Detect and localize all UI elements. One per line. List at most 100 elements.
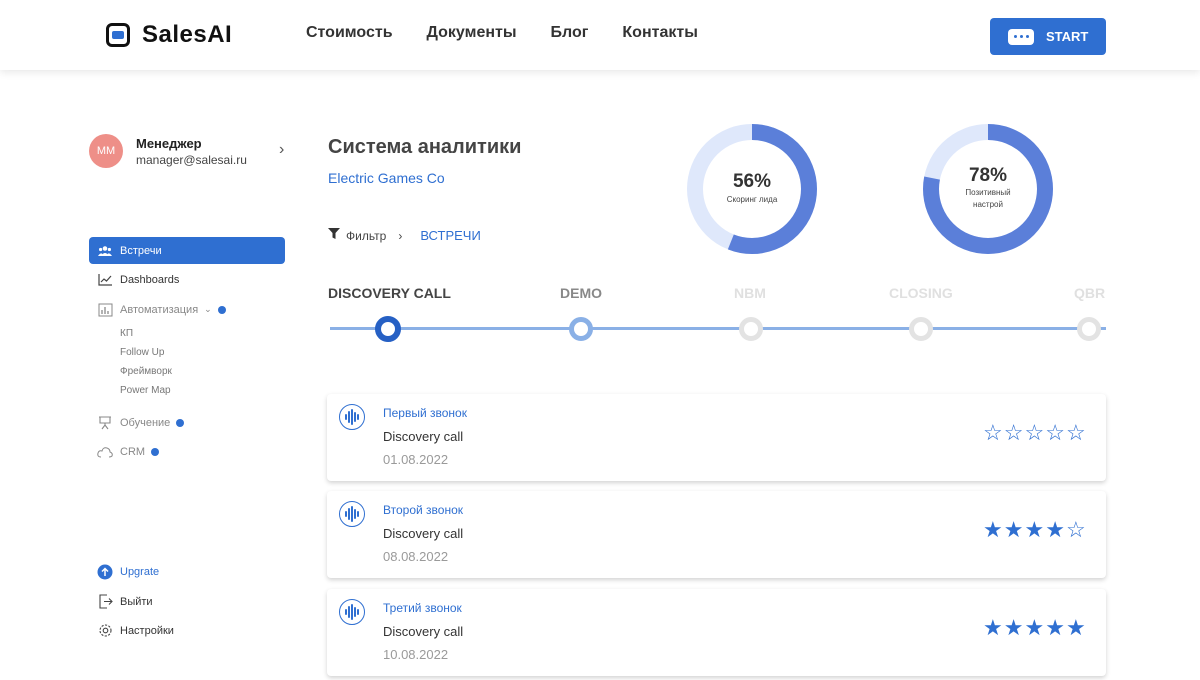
profile-email: manager@salesai.ru (136, 152, 247, 167)
gear-icon (97, 623, 113, 639)
lead-score-value: 56% (732, 171, 772, 192)
star-filled-icon[interactable]: ★ (1024, 519, 1044, 541)
chevron-down-icon: ⌄ (204, 304, 212, 314)
sidebar-subitem-power-map[interactable]: Power Map (120, 385, 171, 396)
star-filled-icon[interactable]: ★ (1004, 617, 1024, 639)
call-date: 08.08.2022 (383, 549, 449, 564)
sidebar-item-training[interactable]: Обучение (89, 409, 285, 436)
top-header: SalesAI Стоимость Документы Блог Контакт… (0, 0, 1200, 70)
star-filled-icon[interactable]: ★ (1045, 519, 1065, 541)
star-rating[interactable]: ★ ★ ★ ★ ★ (983, 617, 1086, 639)
call-type: Discovery call (383, 624, 464, 639)
sidebar-subitem-follow-up[interactable]: Follow Up (120, 347, 164, 358)
easel-icon (97, 415, 113, 431)
audio-wave-icon (339, 404, 365, 430)
company-link[interactable]: Electric Games Co (328, 170, 445, 186)
page-title: Система аналитики (328, 136, 522, 158)
info-badge (217, 305, 226, 314)
sentiment-label-line2: настрой (973, 200, 1003, 209)
sidebar-item-meetings[interactable]: Встречи (89, 237, 285, 264)
sidebar-subitem-framework[interactable]: Фреймворк (120, 366, 172, 377)
stage-closing[interactable]: CLOSING (889, 285, 953, 301)
filter-icon[interactable] (328, 228, 340, 243)
nav-blog[interactable]: Блог (551, 24, 589, 42)
sidebar-item-label: Встречи (120, 244, 162, 257)
nav-pricing[interactable]: Стоимость (306, 24, 393, 42)
sidebar-item-automation[interactable]: Автоматизация ⌄ (89, 296, 285, 323)
star-filled-icon[interactable]: ★ (983, 519, 1003, 541)
star-rating[interactable]: ★ ★ ★ ★ ☆ (983, 519, 1086, 541)
stage-node-nbm[interactable] (739, 317, 763, 341)
upgrade-icon (97, 564, 113, 580)
star-filled-icon[interactable]: ★ (1045, 617, 1065, 639)
call-title[interactable]: Третий звонок (383, 601, 462, 615)
start-button[interactable]: START (990, 18, 1106, 55)
nav-contacts[interactable]: Контакты (622, 24, 697, 42)
sentiment-label-line1: Позитивный (965, 188, 1011, 197)
star-empty-icon[interactable]: ☆ (983, 422, 1003, 444)
call-title[interactable]: Второй звонок (383, 503, 463, 517)
sidebar-item-label: Выйти (120, 595, 153, 608)
filter-label[interactable]: Фильтр (346, 229, 386, 243)
chart-line-icon (97, 272, 113, 288)
lead-score-label: Скоринг лида (726, 195, 778, 204)
call-title[interactable]: Первый звонок (383, 406, 467, 420)
call-card[interactable]: Первый звонок Discovery call 01.08.2022 … (327, 394, 1106, 481)
stage-node-closing[interactable] (909, 317, 933, 341)
call-card[interactable]: Третий звонок Discovery call 10.08.2022 … (327, 589, 1106, 676)
sidebar-item-label: Настройки (120, 624, 174, 637)
sidebar-item-label: CRM (120, 445, 146, 458)
sidebar-item-label: Upgrate (120, 565, 160, 578)
star-filled-icon[interactable]: ★ (1004, 519, 1024, 541)
sentiment-donut: 78% Позитивный настрой (922, 123, 1054, 255)
nav-docs[interactable]: Документы (427, 24, 517, 42)
stage-node-qbr[interactable] (1077, 317, 1101, 341)
start-button-label: START (1046, 29, 1089, 44)
logo-chat-icon (106, 23, 130, 47)
audio-wave-icon (339, 501, 365, 527)
profile-card[interactable]: MM Менеджер manager@salesai.ru › (89, 133, 289, 169)
logo-text: SalesAI (142, 21, 233, 48)
call-date: 01.08.2022 (383, 452, 449, 467)
logout-icon (97, 594, 113, 610)
stage-progress-track (330, 327, 1106, 330)
breadcrumb: Фильтр › ВСТРЕЧИ (328, 228, 481, 243)
cloud-icon (97, 444, 113, 460)
avatar: MM (89, 134, 123, 168)
sidebar-item-dashboards[interactable]: Dashboards (89, 266, 285, 293)
info-badge (176, 418, 185, 427)
stage-nbm[interactable]: NBM (734, 285, 766, 301)
sidebar-subitem-kp[interactable]: КП (120, 328, 133, 339)
main-nav: Стоимость Документы Блог Контакты (306, 24, 698, 42)
bar-chart-icon (97, 302, 113, 318)
sidebar-item-label: Автоматизация (120, 303, 199, 316)
sidebar-item-logout[interactable]: Выйти (89, 588, 285, 615)
call-date: 10.08.2022 (383, 647, 449, 662)
stage-qbr[interactable]: QBR (1074, 285, 1105, 301)
stage-demo[interactable]: DEMO (560, 285, 602, 301)
sidebar-item-label: Dashboards (120, 273, 180, 286)
sidebar-item-settings[interactable]: Настройки (89, 617, 285, 644)
star-rating[interactable]: ☆ ☆ ☆ ☆ ☆ (983, 422, 1086, 444)
info-badge (151, 447, 160, 456)
star-empty-icon[interactable]: ☆ (1066, 519, 1086, 541)
star-filled-icon[interactable]: ★ (1066, 617, 1086, 639)
logo[interactable]: SalesAI (106, 21, 232, 49)
star-empty-icon[interactable]: ☆ (1004, 422, 1024, 444)
stage-node-demo[interactable] (569, 317, 593, 341)
sidebar-item-upgrade[interactable]: Upgrate (89, 558, 285, 585)
star-filled-icon[interactable]: ★ (1024, 617, 1044, 639)
chat-dots-icon (1008, 28, 1034, 45)
audio-wave-icon (339, 599, 365, 625)
star-empty-icon[interactable]: ☆ (1045, 422, 1065, 444)
profile-name: Менеджер (136, 135, 202, 151)
star-empty-icon[interactable]: ☆ (1024, 422, 1044, 444)
sentiment-value: 78% (968, 165, 1008, 186)
call-card[interactable]: Второй звонок Discovery call 08.08.2022 … (327, 491, 1106, 578)
breadcrumb-meetings[interactable]: ВСТРЕЧИ (420, 228, 481, 243)
sidebar-item-crm[interactable]: CRM (89, 438, 285, 465)
stage-discovery-call[interactable]: DISCOVERY CALL (328, 285, 451, 301)
star-empty-icon[interactable]: ☆ (1066, 422, 1086, 444)
stage-node-discovery-call[interactable] (375, 316, 401, 342)
star-filled-icon[interactable]: ★ (983, 617, 1003, 639)
